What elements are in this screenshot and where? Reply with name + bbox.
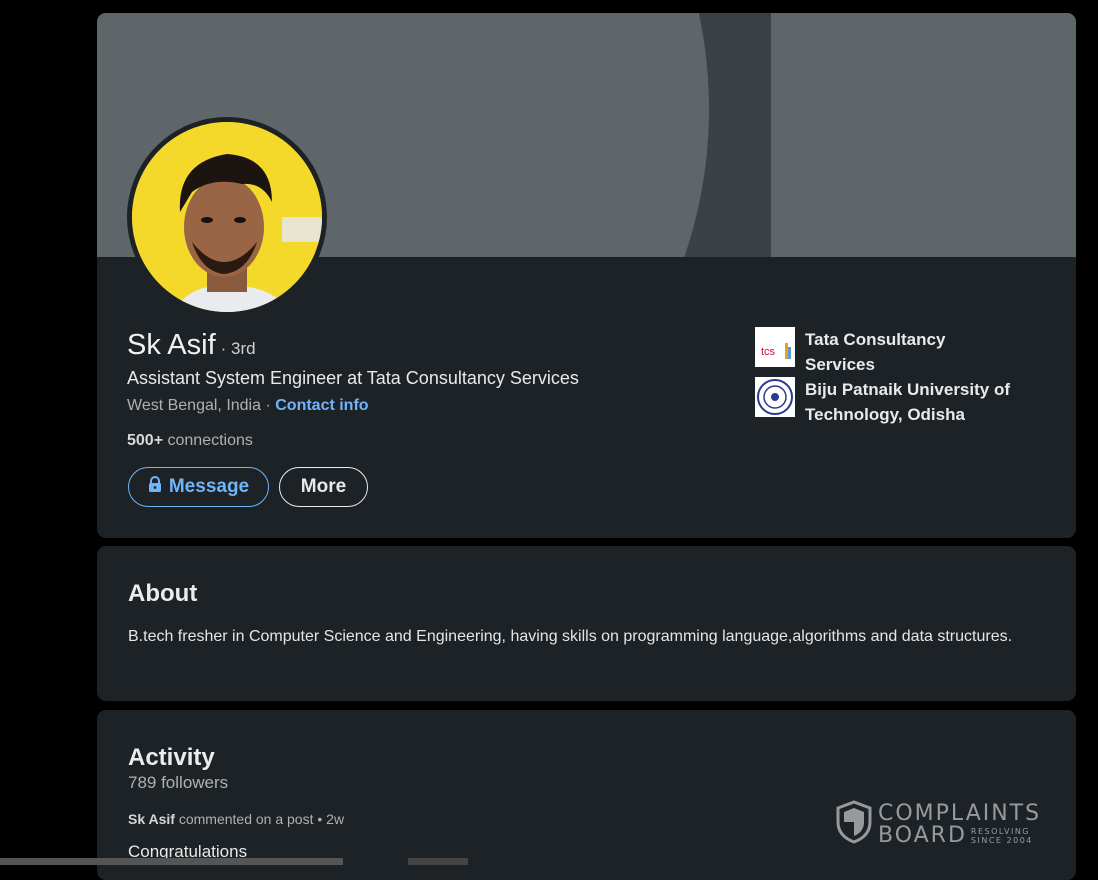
- message-button[interactable]: Message: [128, 467, 269, 507]
- post-meta: Sk Asif commented on a post • 2w: [128, 811, 344, 827]
- bottom-scrollbar[interactable]: [0, 858, 343, 865]
- avatar[interactable]: [127, 117, 327, 317]
- activity-section: Activity 789 followers Sk Asif commented…: [97, 710, 1076, 880]
- contact-info-link[interactable]: Contact info: [275, 397, 368, 414]
- followers-count: 789 followers: [128, 773, 229, 792]
- lock-icon: [148, 475, 162, 499]
- more-button[interactable]: More: [279, 467, 368, 507]
- education-school-name: Biju Patnaik University of Technology, O…: [805, 380, 1010, 424]
- watermark-sub1: RESOLVING: [970, 826, 1031, 836]
- bottom-scrollbar-thumb[interactable]: [408, 858, 468, 865]
- post-action: commented on a post • 2w: [178, 811, 345, 827]
- location-row: West Bengal, India · Contact info: [127, 397, 369, 415]
- watermark-sub2: SINCE 2004: [970, 835, 1033, 845]
- profile-name: Sk Asif: [127, 329, 216, 361]
- profile-card: Sk Asif · 3rd Assistant System Engineer …: [97, 13, 1076, 538]
- post-author[interactable]: Sk Asif: [128, 811, 175, 827]
- about-section: About B.tech fresher in Computer Science…: [97, 546, 1076, 701]
- message-button-label: Message: [168, 476, 250, 497]
- university-seal-icon: [755, 377, 795, 417]
- education-school[interactable]: Biju Patnaik University of Technology, O…: [755, 377, 1015, 427]
- profile-headline: Assistant System Engineer at Tata Consul…: [127, 368, 579, 388]
- location-text: West Bengal, India ·: [127, 397, 271, 414]
- complaints-board-watermark: COMPLAINTS BOARD RESOLVING SINCE 2004: [836, 800, 1041, 849]
- current-company[interactable]: tcs Tata Consultancy Services: [755, 327, 1015, 377]
- svg-text:tcs: tcs: [761, 346, 776, 358]
- connection-degree: · 3rd: [220, 339, 256, 358]
- activity-title: Activity: [128, 744, 215, 771]
- about-text: B.tech fresher in Computer Science and E…: [128, 628, 1013, 645]
- tcs-logo-icon: tcs: [755, 327, 795, 367]
- connections-number: 500+: [127, 432, 164, 449]
- current-company-name: Tata Consultancy Services: [805, 330, 946, 374]
- more-button-label: More: [300, 476, 347, 497]
- about-title: About: [128, 580, 198, 607]
- connections-count[interactable]: 500+ connections: [127, 432, 253, 450]
- watermark-line1: COMPLAINTS: [878, 800, 1042, 826]
- shield-icon: [836, 800, 872, 849]
- connections-label: connections: [167, 432, 253, 449]
- watermark-line2: BOARD: [878, 822, 967, 848]
